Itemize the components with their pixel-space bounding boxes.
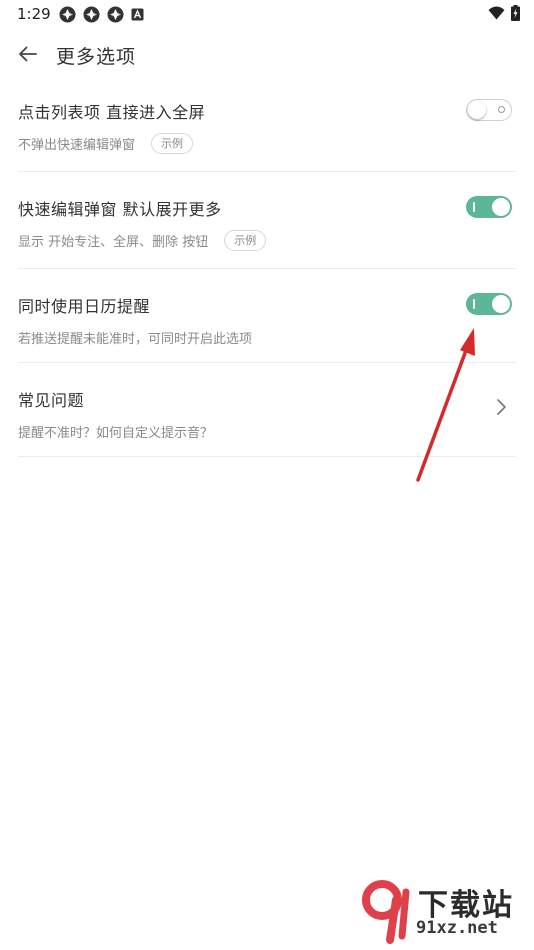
- example-button[interactable]: 示例: [224, 230, 267, 251]
- setting-fullscreen-on-click: 点击列表项 直接进入全屏 不弹出快速编辑弹窗 示例: [18, 99, 516, 154]
- divider: [18, 171, 516, 172]
- divider: [18, 362, 516, 363]
- toggle-on-indicator: [473, 202, 475, 212]
- setting-subtitle: 不弹出快速编辑弹窗: [18, 138, 136, 153]
- setting-calendar-reminder: 同时使用日历提醒 若推送提醒未能准时，可同时开启此选项: [18, 293, 516, 347]
- setting-quick-edit-expand: 快速编辑弹窗 默认展开更多 显示 开始专注、全屏、删除 按钮 示例: [18, 196, 516, 251]
- divider: [18, 268, 516, 269]
- status-bar: 1:29: [0, 0, 534, 28]
- example-button[interactable]: 示例: [151, 133, 194, 154]
- toggle-on-indicator: [473, 299, 475, 309]
- toggle-off-indicator: [498, 106, 505, 113]
- app-notification-icon: [59, 6, 76, 23]
- calendar-reminder-toggle[interactable]: [466, 293, 512, 315]
- status-time: 1:29: [17, 5, 51, 23]
- setting-title: 常见问题: [18, 391, 85, 410]
- watermark-url: 91xz.net: [416, 918, 498, 938]
- divider: [18, 456, 516, 457]
- status-system-icons: [488, 5, 520, 21]
- app-notification-icon: [83, 6, 100, 23]
- page-title: 更多选项: [56, 46, 137, 68]
- header: 更多选项: [0, 38, 534, 72]
- wifi-icon: [488, 6, 505, 20]
- app-notification-icon: [107, 6, 124, 23]
- toggle-knob: [492, 295, 510, 313]
- watermark: 下载站 91xz.net: [360, 878, 530, 946]
- watermark-logo-icon: [362, 880, 410, 944]
- battery-charging-icon: [511, 5, 520, 21]
- toggle-knob: [468, 101, 486, 119]
- setting-title: 快速编辑弹窗 默认展开更多: [18, 200, 222, 219]
- setting-subtitle: 显示 开始专注、全屏、删除 按钮: [18, 235, 209, 250]
- fullscreen-toggle[interactable]: [466, 99, 512, 121]
- quick-edit-toggle[interactable]: [466, 196, 512, 218]
- toggle-knob: [492, 198, 510, 216]
- status-notification-icons: [59, 6, 144, 23]
- arrow-left-icon[interactable]: [16, 42, 40, 66]
- setting-subtitle: 提醒不准时？如何自定义提示音？: [18, 426, 214, 441]
- setting-subtitle: 若推送提醒未能准时，可同时开启此选项: [18, 332, 253, 347]
- a-notification-icon: [131, 8, 144, 21]
- setting-title: 同时使用日历提醒: [18, 297, 151, 316]
- setting-title: 点击列表项 直接进入全屏: [18, 103, 206, 122]
- chevron-right-icon[interactable]: [494, 398, 508, 416]
- faq-item[interactable]: 常见问题 提醒不准时？如何自定义提示音？: [18, 387, 516, 441]
